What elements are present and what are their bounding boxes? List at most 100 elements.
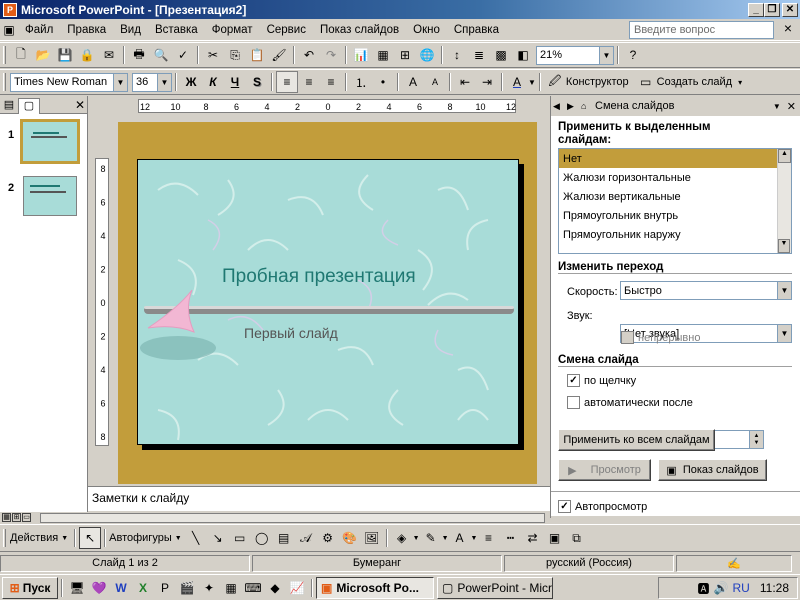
horizontal-scrollbar[interactable]	[40, 513, 545, 523]
list-item[interactable]: Жалюзи горизонтальные	[559, 168, 791, 187]
oval-icon[interactable]: ◯	[251, 527, 273, 549]
format-painter-icon[interactable]: 🖌	[268, 44, 290, 66]
chevron-down-icon[interactable]: ▼	[773, 102, 781, 111]
redo-icon[interactable]: ↷	[320, 44, 342, 66]
scroll-up-icon[interactable]: ▲	[778, 149, 791, 163]
arrow-icon[interactable]: ↘	[207, 527, 229, 549]
normal-view-icon[interactable]: ▦	[2, 513, 11, 522]
transition-list[interactable]: Нет Жалюзи горизонтальные Жалюзи вертика…	[558, 148, 792, 254]
underline-button[interactable]: Ч	[224, 71, 246, 93]
line-icon[interactable]: ╲	[185, 527, 207, 549]
quicklaunch-icon[interactable]: 💜	[88, 577, 110, 599]
clipart-icon[interactable]: 🎨	[339, 527, 361, 549]
document-icon[interactable]: ▣	[0, 19, 18, 41]
decrease-indent-icon[interactable]: ⇤	[454, 71, 476, 93]
on-click-checkbox[interactable]: ✓	[567, 374, 580, 387]
cut-icon[interactable]: ✂	[202, 44, 224, 66]
vertical-ruler[interactable]: 8 6 4 2 0 2 4 6 8	[95, 158, 109, 446]
apply-to-all-button[interactable]: Применить ко всем слайдам	[558, 429, 715, 451]
document-close-button[interactable]: ×	[784, 20, 792, 36]
volume-icon[interactable]: 🔊	[714, 581, 729, 595]
horizontal-ruler[interactable]: 12 10 8 6 4 2 0 2 4 6 8 10 12	[138, 99, 516, 113]
clock[interactable]: 11:28	[760, 581, 789, 595]
menu-format[interactable]: Формат	[205, 24, 260, 36]
autoshapes-menu[interactable]: Автофигуры	[109, 532, 172, 544]
help-icon[interactable]: ?	[622, 44, 644, 66]
chevron-down-icon[interactable]: ▼	[61, 535, 68, 542]
task-pane-close-icon[interactable]: ✕	[787, 100, 796, 113]
chevron-down-icon[interactable]: ▼	[113, 73, 127, 91]
open-icon[interactable]: 📂	[32, 44, 54, 66]
new-icon[interactable]: 🗋	[10, 44, 32, 66]
zoom-select[interactable]: 21% ▼	[536, 45, 614, 65]
wordart-icon[interactable]: 𝒜	[295, 527, 317, 549]
new-slide-icon[interactable]: ▭	[635, 71, 657, 93]
chevron-down-icon[interactable]: ▼	[599, 46, 613, 64]
font-color-icon[interactable]: A	[449, 527, 471, 549]
line-style-icon[interactable]: ≡	[477, 527, 499, 549]
decrease-font-icon[interactable]: A	[424, 71, 446, 93]
list-item[interactable]: Жалюзи вертикальные	[559, 187, 791, 206]
forward-arrow-icon[interactable]: ▶	[567, 101, 581, 112]
slide-sorter-icon[interactable]: ⊞	[12, 513, 21, 522]
word-icon[interactable]: W	[110, 577, 132, 599]
align-left-icon[interactable]: ≡	[276, 71, 298, 93]
loop-checkbox[interactable]	[621, 331, 634, 344]
align-right-icon[interactable]: ≡	[320, 71, 342, 93]
actions-menu[interactable]: Действия	[10, 532, 58, 544]
spinner-icon[interactable]: ▲ ▼	[749, 431, 763, 448]
app-icon[interactable]: ◆	[264, 577, 286, 599]
paste-icon[interactable]: 📋	[246, 44, 268, 66]
list-item[interactable]: Прямоугольник внутрь	[559, 206, 791, 225]
spelling-icon[interactable]: ✓	[172, 44, 194, 66]
slide-title[interactable]: Пробная презентация	[222, 266, 416, 288]
undo-icon[interactable]: ↶	[298, 44, 320, 66]
select-pointer-icon[interactable]: ↖	[79, 527, 102, 549]
textbox-icon[interactable]: ▤	[273, 527, 295, 549]
font-select[interactable]: Times New Roman ▼	[10, 72, 128, 92]
slide-subtitle[interactable]: Первый слайд	[244, 325, 338, 341]
designer-button[interactable]: Конструктор	[566, 76, 629, 88]
close-button[interactable]: ✕	[782, 2, 798, 17]
italic-button[interactable]: К	[202, 71, 224, 93]
chevron-down-icon[interactable]: ▼	[413, 535, 420, 542]
minimize-button[interactable]: _	[748, 2, 764, 17]
new-slide-button[interactable]: Создать слайд	[657, 76, 732, 88]
font-color-icon[interactable]: A	[506, 71, 528, 93]
auto-advance-checkbox[interactable]	[567, 396, 580, 409]
insert-chart-icon[interactable]: 📊	[350, 44, 372, 66]
keyboard-icon[interactable]: ⌨	[242, 577, 264, 599]
print-preview-icon[interactable]: 🔍	[150, 44, 172, 66]
slideshow-button[interactable]: ▣ Показ слайдов	[658, 459, 767, 481]
chevron-down-icon[interactable]: ▼	[157, 73, 171, 91]
tab-slides[interactable]: ▢	[18, 97, 40, 114]
show-grid-icon[interactable]: ▩	[490, 44, 512, 66]
bold-button[interactable]: Ж	[180, 71, 202, 93]
color-grayscale-icon[interactable]: ◧	[512, 44, 534, 66]
3d-style-icon[interactable]: ⧉	[565, 527, 587, 549]
autopreview-checkbox[interactable]: ✓	[558, 500, 571, 513]
tray-app-icon[interactable]: 🅰	[698, 580, 710, 597]
language-indicator[interactable]: RU	[733, 581, 750, 595]
bullets-icon[interactable]: •	[372, 71, 394, 93]
show-formatting-icon[interactable]: ≣	[468, 44, 490, 66]
start-button[interactable]: ⊞ Пуск	[2, 576, 58, 599]
increase-font-icon[interactable]: A	[402, 71, 424, 93]
copy-icon[interactable]: ⎘	[224, 44, 246, 66]
save-icon[interactable]: 💾	[54, 44, 76, 66]
menu-insert[interactable]: Вставка	[148, 24, 205, 36]
insert-hyperlink-icon[interactable]: 🌐	[416, 44, 438, 66]
shadow-style-icon[interactable]: ▣	[543, 527, 565, 549]
font-size-select[interactable]: 36 ▼	[132, 72, 172, 92]
taskbar-button-powerpoint[interactable]: ▣ Microsoft Po...	[316, 576, 434, 599]
desktop-icon[interactable]: 🖥	[66, 577, 88, 599]
list-scrollbar[interactable]: ▲ ▼	[777, 149, 791, 253]
menu-window[interactable]: Окно	[406, 24, 447, 36]
arrow-style-icon[interactable]: ⇄	[521, 527, 543, 549]
chevron-down-icon[interactable]: ▼	[471, 535, 478, 542]
permission-icon[interactable]: 🔒	[76, 44, 98, 66]
chart-icon[interactable]: 📈	[286, 577, 308, 599]
menu-tools[interactable]: Сервис	[260, 24, 313, 36]
home-icon[interactable]: ⌂	[581, 101, 595, 111]
align-center-icon[interactable]: ≡	[298, 71, 320, 93]
